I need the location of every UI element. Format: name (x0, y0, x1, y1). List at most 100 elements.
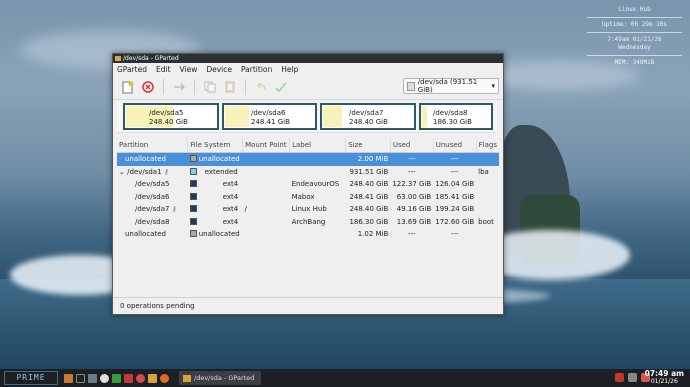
menu-edit[interactable]: Edit (156, 65, 171, 74)
col-unused[interactable]: Unused (433, 138, 477, 153)
cell-fs: ext4 (188, 203, 243, 216)
menu-bar: GParted Edit View Device Partition Help (113, 63, 503, 75)
diskmap-partition-sda5[interactable]: /dev/sda5 248.40 GiB (123, 103, 219, 130)
diskmap-name: /dev/sda7 (349, 109, 384, 117)
cell-unused: --- (450, 230, 459, 239)
cell-fs-text: unallocated (198, 230, 240, 239)
table-row[interactable]: /dev/sda8 ext4 ArchBang 186.30 GiB 13.69… (117, 216, 499, 229)
cell-used: --- (407, 230, 416, 239)
gparted-icon[interactable] (148, 373, 157, 383)
col-file-system[interactable]: File System (187, 138, 244, 153)
cell-flags: lba (478, 167, 489, 176)
taskbar-clock[interactable]: 07:49 am 01/21/26 (645, 370, 684, 386)
status-bar: 0 operations pending (113, 297, 503, 314)
volume-icon[interactable] (628, 373, 637, 382)
launcher-button[interactable]: PRIME (4, 371, 58, 385)
copy-icon[interactable] (203, 80, 217, 94)
table-row[interactable]: /dev/sda6 ext4 Mabox 248.41 GiB 63.00 Gi… (117, 191, 499, 204)
diskmap-name: /dev/sda5 (149, 109, 184, 117)
undo-icon[interactable] (254, 80, 268, 94)
menu-view[interactable]: View (180, 65, 198, 74)
cell-mount (243, 166, 290, 179)
menu-gparted[interactable]: GParted (117, 65, 147, 74)
firefox-icon[interactable] (160, 373, 169, 383)
diskmap-partition-sda6[interactable]: /dev/sda6 248.41 GiB (222, 103, 317, 130)
task-gparted[interactable]: /dev/sda - GParted (179, 371, 262, 385)
gparted-task-icon (183, 374, 191, 382)
browser-icon[interactable] (100, 373, 109, 383)
device-selector[interactable]: /dev/sda (931.51 GiB) ▾ (403, 78, 499, 94)
partition-table: Partition File System Mount Point Label … (117, 138, 499, 241)
cell-fs-text: unallocated (198, 155, 240, 164)
apply-icon[interactable] (274, 80, 288, 94)
terminal-icon[interactable] (76, 373, 85, 383)
menu-device[interactable]: Device (206, 65, 232, 74)
cell-size: 248.40 GiB (349, 180, 389, 189)
cell-label (290, 166, 346, 179)
cell-used: --- (407, 167, 416, 176)
cell-fs: ext4 (188, 216, 243, 229)
update-icon[interactable] (615, 373, 624, 382)
editor-icon[interactable] (112, 373, 121, 383)
menu-help[interactable]: Help (281, 65, 298, 74)
cell-size: 1.02 MiB (357, 230, 389, 239)
cell-used: 63.00 GiB (396, 192, 432, 201)
table-row[interactable]: unallocated unallocated 1.02 MiB --- --- (117, 228, 499, 241)
cell-partition: ⌄ /dev/sda1 ⚷ (117, 166, 188, 179)
cell-size: 186.30 GiB (349, 217, 389, 226)
cell-partition: /dev/sda8 (135, 217, 170, 226)
resize-move-icon[interactable] (172, 80, 186, 94)
window-titlebar[interactable]: /dev/sda - GParted (113, 54, 503, 63)
cell-unused: 126.04 GiB (435, 180, 475, 189)
cell-partition-text: /dev/sda1 (127, 167, 162, 176)
cell-label: Linux Hub (291, 205, 327, 214)
cell-label (290, 228, 346, 241)
menu-partition[interactable]: Partition (241, 65, 272, 74)
col-label[interactable]: Label (289, 138, 347, 153)
cell-mount (243, 191, 290, 204)
diskmap-partition-sda7[interactable]: /dev/sda7 248.40 GiB (320, 103, 416, 130)
cell-label: EndeavourOS (291, 180, 340, 189)
fs-color-swatch (189, 180, 197, 188)
chrome-icon[interactable] (136, 373, 145, 383)
diskmap-partition-sda8[interactable]: /dev/sda8 186.30 GiB (419, 103, 493, 130)
cell-partition: unallocated (125, 230, 166, 239)
cell-flags (476, 178, 499, 191)
cell-unused: --- (450, 167, 459, 176)
quick-launch (64, 373, 169, 383)
cell-used: 13.69 GiB (396, 217, 432, 226)
paste-icon[interactable] (223, 80, 237, 94)
col-partition[interactable]: Partition (117, 138, 189, 153)
diskmap-size: 248.40 GiB (349, 118, 388, 126)
cell-unused: 199.24 GiB (435, 205, 475, 214)
table-row[interactable]: unallocated unallocated 2.00 MiB --- --- (117, 152, 499, 166)
cell-fs-text: extended (204, 167, 238, 176)
table-row[interactable]: /dev/sda7 ⚷ ext4 / Linux Hub 248.40 GiB … (117, 203, 499, 216)
col-size[interactable]: Size (345, 138, 391, 153)
fs-color-swatch (189, 155, 197, 163)
diskmap-usage-bar (225, 106, 249, 127)
folder-icon[interactable] (64, 373, 73, 383)
col-flags[interactable]: Flags (476, 138, 499, 153)
media-icon[interactable] (124, 373, 133, 383)
col-used[interactable]: Used (390, 138, 434, 153)
col-mount-point[interactable]: Mount Point (242, 138, 291, 153)
conky-weekday: Wednesday (618, 44, 651, 51)
task-label: /dev/sda - GParted (194, 374, 255, 382)
table-row[interactable]: /dev/sda5 ext4 EndeavourOS 248.40 GiB 12… (117, 178, 499, 191)
fs-color-swatch (189, 167, 197, 175)
expander-arrow-icon[interactable]: ⌄ (119, 168, 127, 176)
cell-fs-text: ext4 (222, 217, 239, 226)
delete-partition-icon[interactable] (141, 80, 155, 94)
files-icon[interactable] (88, 373, 97, 383)
cell-fs: unallocated (187, 152, 243, 166)
diskmap-name: /dev/sda8 (433, 109, 468, 117)
window-title: /dev/sda - GParted (123, 55, 179, 62)
cell-mount (243, 178, 290, 191)
toolbar: /dev/sda (931.51 GiB) ▾ (113, 75, 503, 100)
cell-flags: boot (478, 217, 494, 226)
table-row[interactable]: ⌄ /dev/sda1 ⚷ extended 931.51 GiB --- --… (117, 166, 499, 179)
disk-map: /dev/sda5 248.40 GiB /dev/sda6 248.41 Gi… (117, 102, 497, 133)
new-partition-icon[interactable] (121, 80, 135, 94)
cell-used: 122.37 GiB (392, 180, 432, 189)
